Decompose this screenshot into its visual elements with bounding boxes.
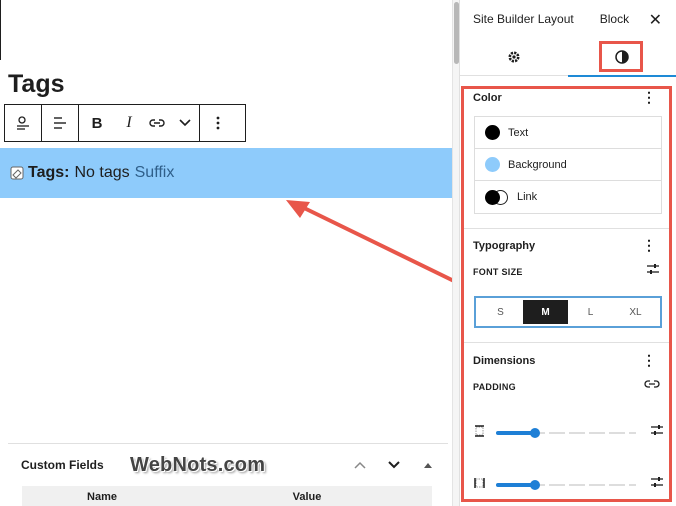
move-down-button[interactable] [382,456,406,474]
italic-button[interactable]: I [115,105,143,141]
link-icon [149,119,165,127]
custom-fields-table-header: Name Value [22,486,432,506]
sidebar-tabs: Site Builder Layout Block [460,0,676,38]
custom-fields-actions [348,456,440,474]
column-header-name: Name [87,491,117,503]
styles-tab-highlight [599,41,643,72]
toolbar-group-block [5,105,42,141]
gear-icon [508,51,520,63]
watermark-logo: WebNots.com [130,454,266,476]
kebab-icon [216,116,220,130]
tags-value: No tags [74,164,130,181]
align-button[interactable] [42,105,78,141]
caret-up-icon [424,463,432,468]
italic-label: I [126,114,132,131]
tags-prefix: Tags: [28,164,70,181]
bold-button[interactable]: B [79,105,115,141]
styles-panel-highlight [461,86,672,502]
column-header-value: Value [292,491,322,503]
justify-icon [54,117,66,129]
tags-align-icon [17,116,29,130]
block-inspector-tabs [460,38,676,77]
chevron-down-icon [388,461,400,469]
canvas-edge-line [0,0,1,60]
link-button[interactable] [143,105,171,141]
tag-icon [10,166,24,180]
settings-sidebar: Site Builder Layout Block ✕ Color ⋮ Text… [459,0,676,506]
tab-site-builder-layout[interactable]: Site Builder Layout [460,0,587,38]
page-title: Tags [8,70,65,98]
toolbar-group-align [42,105,79,141]
tab-settings[interactable] [460,38,568,76]
close-sidebar-button[interactable]: ✕ [649,10,662,30]
annotation-arrow [286,200,458,284]
bold-label: B [91,114,103,132]
tab-block[interactable]: Block [586,0,643,38]
options-button[interactable] [200,105,236,141]
chevron-up-icon [354,461,366,469]
custom-fields-title: Custom Fields [21,458,104,472]
block-type-button[interactable] [5,105,41,141]
toolbar-group-format: B I [79,105,200,141]
chevron-down-icon [179,119,191,127]
move-up-button[interactable] [348,456,372,474]
tags-block[interactable]: Tags: No tags Suffix [0,148,452,198]
editor-canvas: Tags B I Tags: No tags Suffix Custom Fie… [0,0,458,506]
toolbar-group-options [200,105,236,141]
block-toolbar: B I [4,104,246,142]
editor-scrollbar[interactable] [452,0,459,506]
collapse-button[interactable] [416,456,440,474]
tags-suffix: Suffix [134,164,175,181]
more-options-button[interactable] [171,105,199,141]
